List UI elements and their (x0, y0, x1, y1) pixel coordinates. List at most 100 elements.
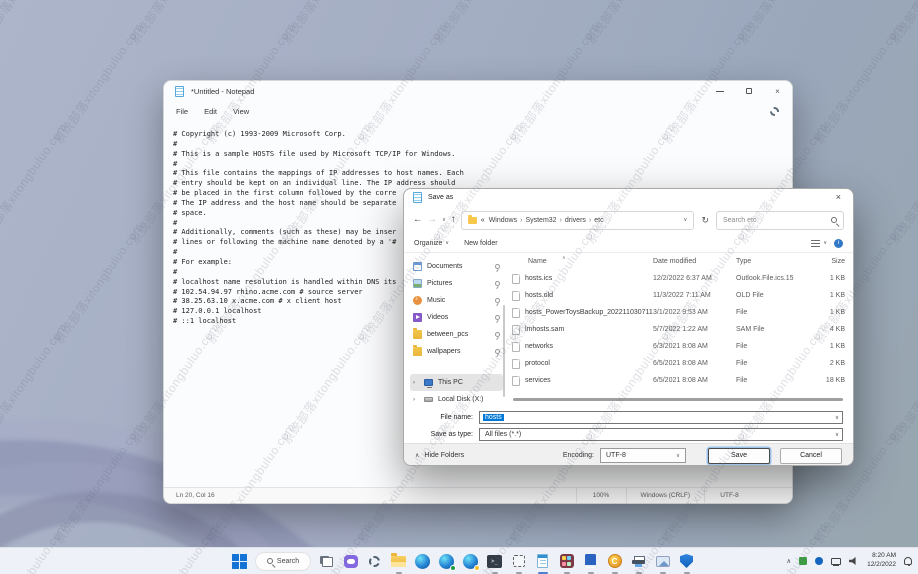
menu-item[interactable]: Edit (204, 107, 217, 116)
sidebar-item[interactable]: between_pcs (410, 326, 503, 343)
sidebar-item-label: Local Disk (X:) (438, 396, 484, 403)
hidden-icons-chevron[interactable]: ∧ (786, 557, 791, 565)
expand-chevron-icon[interactable]: › (413, 380, 419, 386)
cancel-button[interactable]: Cancel (780, 448, 842, 464)
chat-button[interactable] (342, 553, 359, 570)
edge-icon (415, 554, 430, 569)
file-date-modified: 6/3/2021 8:08 AM (653, 343, 736, 350)
sidebar-item[interactable]: Videos (410, 309, 503, 326)
recent-locations-chevron[interactable]: ∨ (442, 217, 446, 223)
hide-folders-button[interactable]: ∧ Hide Folders (415, 452, 464, 459)
up-button[interactable]: ↑ (451, 215, 456, 225)
details-pane-icon[interactable]: i (834, 239, 843, 248)
notification-bell-icon[interactable] (904, 557, 912, 565)
notepad-titlebar[interactable]: *Untitled - Notepad × (164, 81, 792, 101)
media-app-button[interactable] (654, 553, 671, 570)
taskbar-center-group: Search >_ C (231, 548, 695, 574)
chevron-down-icon[interactable]: ∨ (676, 453, 680, 459)
sidebar-item[interactable]: Documents (410, 258, 503, 275)
address-overflow[interactable]: « (481, 217, 485, 224)
taskbar-search[interactable]: Search (255, 552, 311, 571)
start-button[interactable] (231, 553, 248, 570)
chevron-down-icon[interactable]: ∨ (835, 415, 839, 421)
save-button[interactable]: Save (708, 448, 770, 464)
edge-button[interactable] (414, 553, 431, 570)
sidebar-item[interactable]: wallpapers (410, 343, 503, 360)
notepad-taskbar-button[interactable] (534, 553, 551, 570)
tray-app-icon-blue[interactable] (815, 557, 823, 565)
terminal-button[interactable]: >_ (486, 553, 503, 570)
search-input[interactable]: Search etc (716, 211, 844, 230)
sidebar-item-local-disk[interactable]: › Local Disk (X:) (410, 391, 503, 408)
file-row[interactable]: lmhosts.sam 5/7/2022 1:22 AM SAM File 4 … (507, 321, 850, 338)
volume-icon[interactable] (849, 557, 859, 565)
new-folder-button[interactable]: New folder (464, 240, 497, 247)
breadcrumb-item[interactable]: System32 › (525, 217, 561, 224)
sidebar-item[interactable]: Pictures (410, 275, 503, 292)
windows-security-button[interactable] (678, 553, 695, 570)
encoding-select[interactable]: UTF-8 ∨ (600, 448, 686, 463)
file-name-input[interactable]: hosts ∨ (479, 411, 843, 424)
edge-canary-button[interactable] (462, 553, 479, 570)
encoding-label: Encoding: (563, 452, 594, 459)
file-row[interactable]: hosts.old 11/3/2022 7:11 AM OLD File 1 K… (507, 287, 850, 304)
sidebar-item-label: Videos (427, 314, 448, 321)
breadcrumb-item[interactable]: drivers › (565, 217, 591, 224)
column-header-date[interactable]: Date modified (653, 258, 736, 265)
file-type: Outlook.File.ics.15 (736, 275, 811, 282)
file-row[interactable]: services 6/5/2021 8:08 AM File 18 KB (507, 372, 850, 389)
file-explorer-button[interactable] (390, 553, 407, 570)
file-row[interactable]: hosts_PowerToysBackup_20221103071134 3/1… (507, 304, 850, 321)
organize-button[interactable]: Organize ∨ (414, 240, 449, 247)
close-button[interactable]: × (763, 81, 792, 101)
printer-app-button[interactable] (630, 553, 647, 570)
settings-gear-icon[interactable] (770, 107, 779, 116)
file-type: File (736, 360, 811, 367)
expand-chevron-icon[interactable]: › (413, 397, 419, 403)
cursor-position: Ln 20, Col 16 (164, 492, 215, 499)
word-button[interactable] (582, 553, 599, 570)
menu-item[interactable]: File (176, 107, 188, 116)
maximize-button[interactable] (734, 81, 763, 101)
chevron-down-icon: ∨ (445, 240, 449, 246)
coin-app-button[interactable]: C (606, 553, 623, 570)
media-icon (656, 556, 670, 567)
dialog-close-button[interactable]: × (833, 193, 844, 202)
dialog-titlebar[interactable]: Save as × (404, 189, 853, 206)
address-bar[interactable]: « Windows › System32 › (461, 211, 695, 230)
sidebar-item-icon (413, 330, 422, 339)
file-date-modified: 11/3/2022 7:11 AM (653, 292, 736, 299)
column-header-name[interactable]: ∧ Name (507, 258, 653, 265)
file-name-value[interactable]: hosts (483, 414, 504, 421)
file-row[interactable]: hosts.ics 12/2/2022 6:37 AM Outlook.File… (507, 270, 850, 287)
sidebar-item[interactable]: Music (410, 292, 503, 309)
save-as-type-select[interactable]: All files (*.*) ∨ (479, 428, 843, 441)
refresh-icon[interactable]: ↻ (699, 216, 711, 225)
devtoys-button[interactable] (558, 553, 575, 570)
snipping-tool-button[interactable] (510, 553, 527, 570)
file-row[interactable]: protocol 6/5/2021 8:08 AM File 2 KB (507, 355, 850, 372)
chevron-down-icon[interactable]: ∨ (835, 432, 839, 438)
column-header-type[interactable]: Type (736, 258, 811, 265)
settings-button[interactable] (366, 553, 383, 570)
address-dropdown-chevron[interactable]: ∨ (683, 217, 687, 223)
file-name-label: File name: (404, 414, 479, 421)
clock-time: 8:20 AM (867, 552, 896, 561)
tray-app-icon-green[interactable] (799, 557, 807, 565)
view-mode-button[interactable]: ∨ (811, 240, 827, 247)
file-row[interactable]: networks 6/3/2021 8:08 AM File 1 KB (507, 338, 850, 355)
forward-button[interactable]: → (428, 215, 438, 225)
horizontal-scrollbar[interactable] (513, 398, 843, 401)
minimize-button[interactable] (705, 81, 734, 101)
edge-beta-button[interactable] (438, 553, 455, 570)
back-button[interactable]: ← (413, 215, 423, 225)
menu-item[interactable]: View (233, 107, 249, 116)
task-view-button[interactable] (318, 553, 335, 570)
file-icon (512, 342, 520, 352)
column-header-size[interactable]: Size (811, 258, 849, 265)
breadcrumb-item[interactable]: Windows › (489, 217, 523, 224)
breadcrumb-item[interactable]: etc › (594, 217, 603, 224)
network-icon[interactable] (831, 558, 841, 565)
taskbar-clock[interactable]: 8:20 AM 12/2/2022 (867, 552, 896, 570)
sidebar-item-this-pc[interactable]: › This PC (410, 374, 503, 391)
